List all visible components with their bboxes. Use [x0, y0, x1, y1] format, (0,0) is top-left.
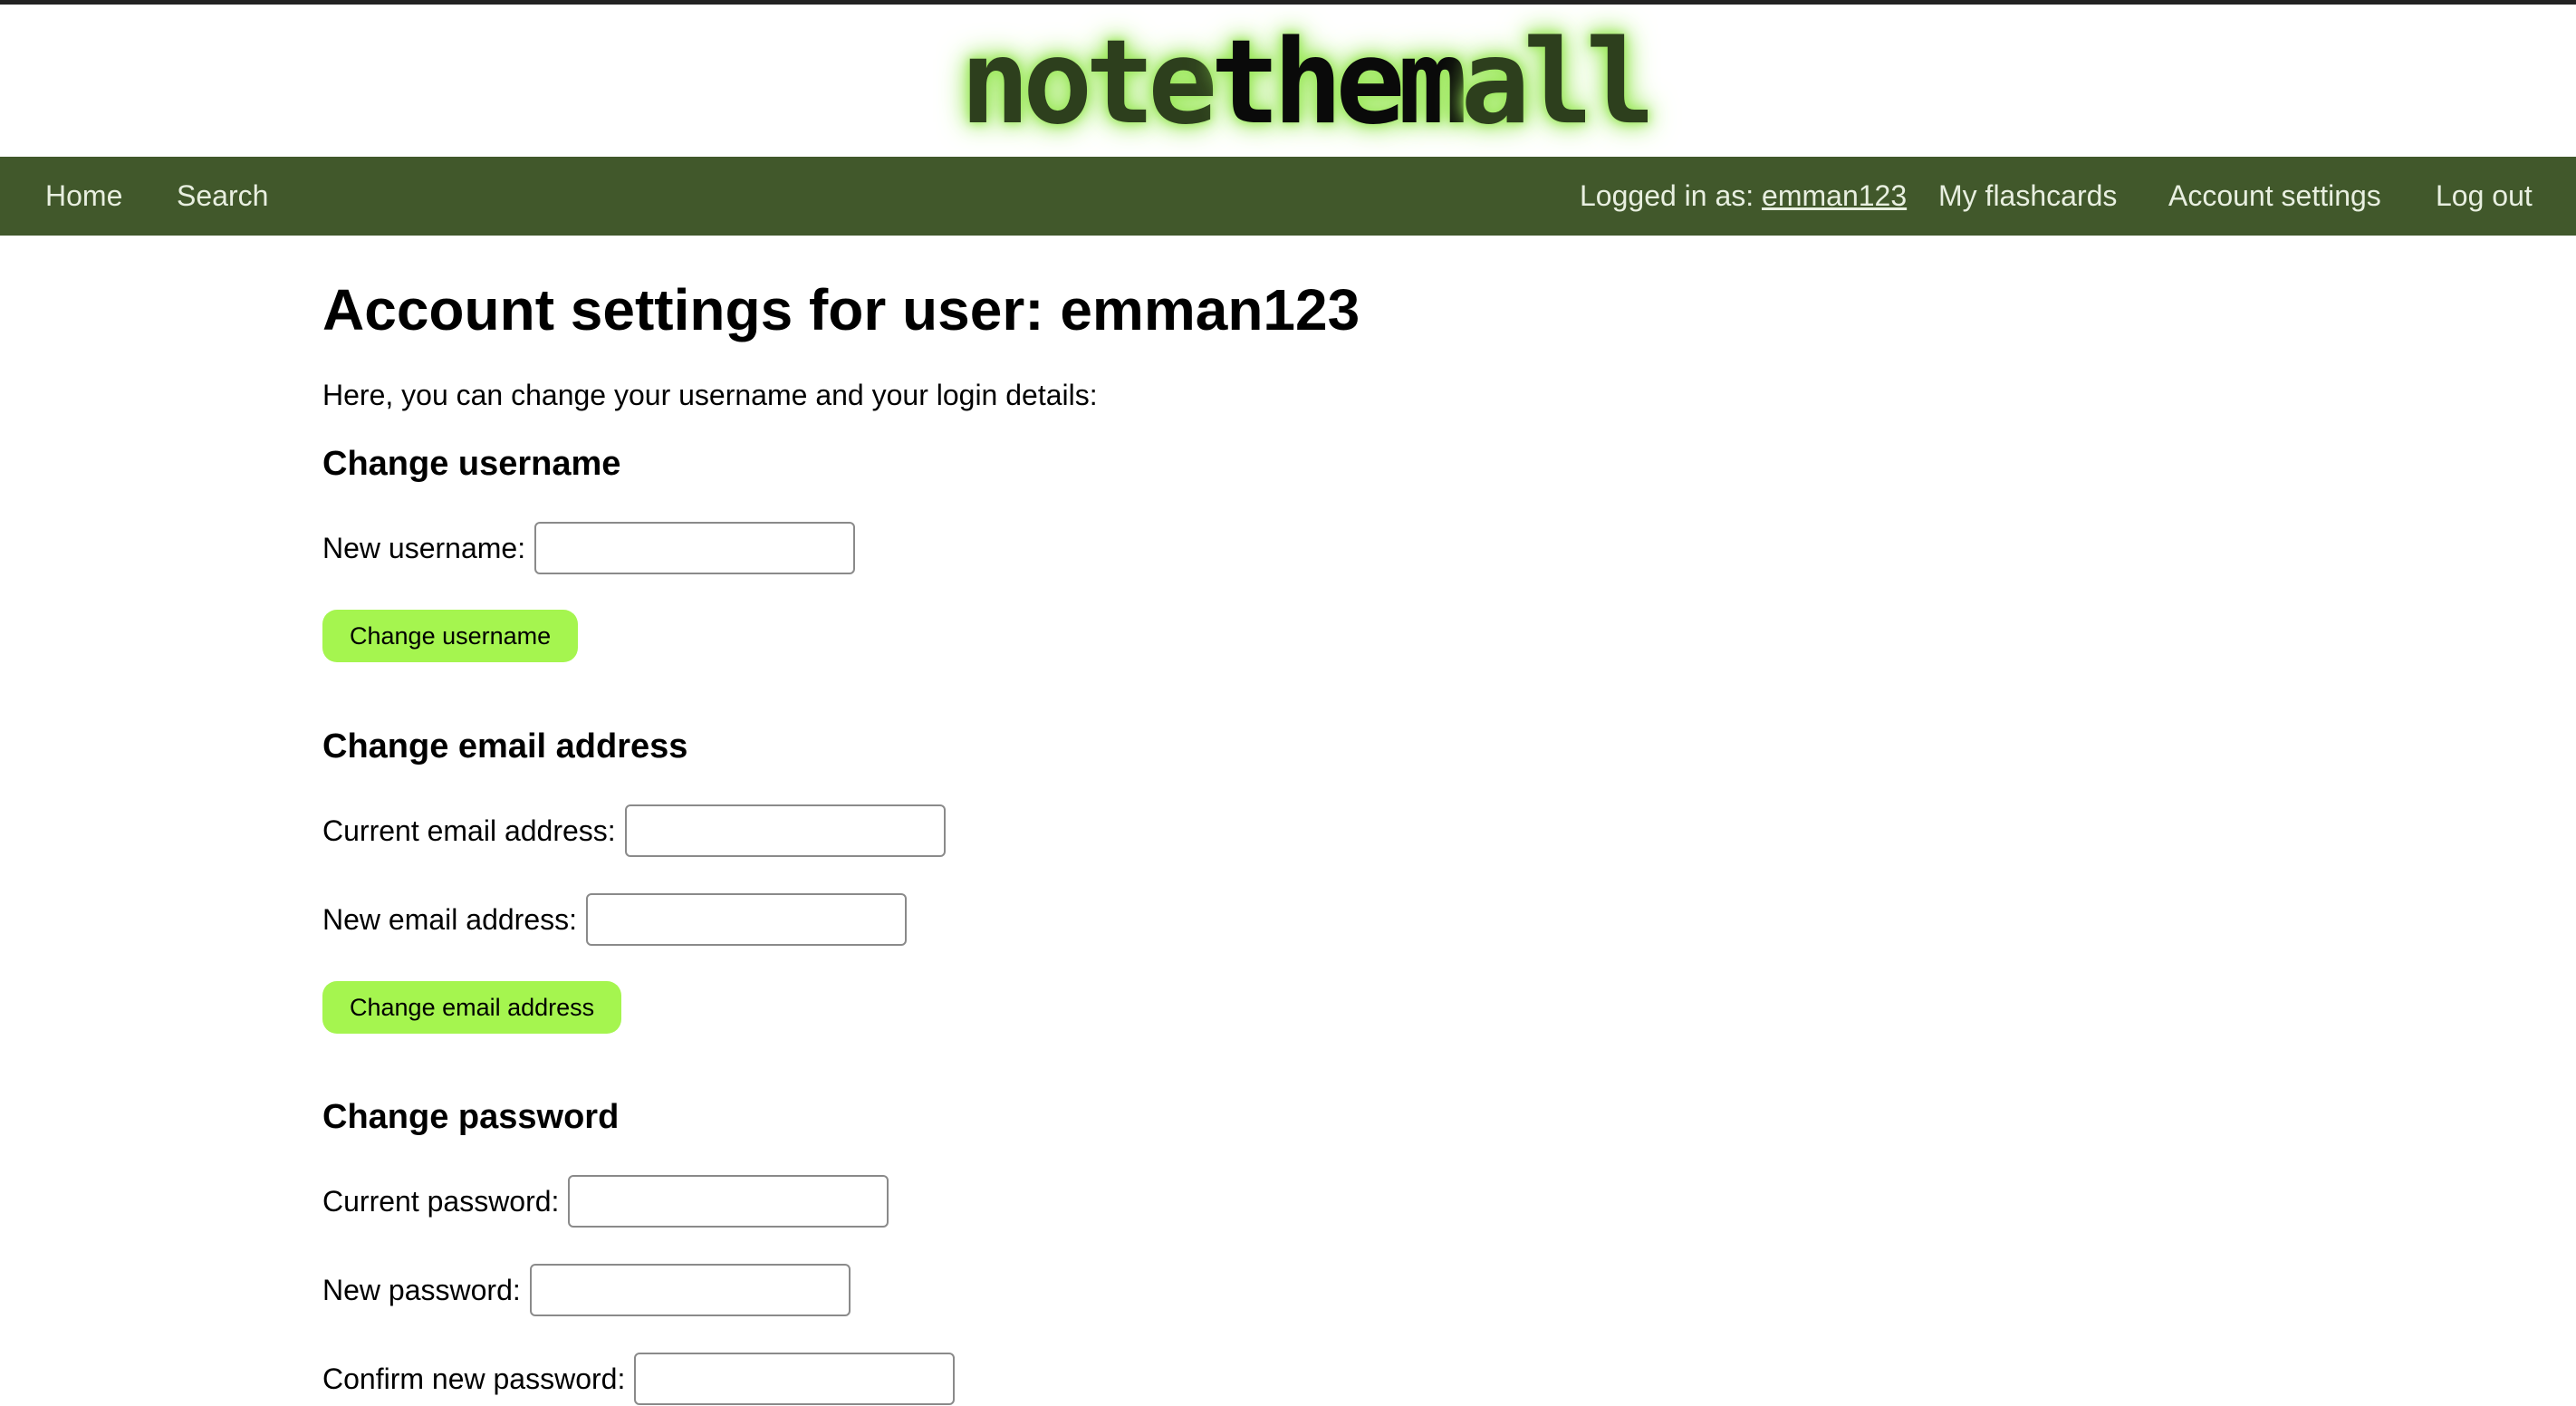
current-email-label: Current email address:	[322, 814, 616, 847]
new-email-label: New email address:	[322, 902, 577, 936]
change-password-heading: Change password	[322, 1098, 620, 1136]
nav-search-link[interactable]: Search	[177, 157, 268, 236]
logo-part-all: all	[1460, 15, 1656, 150]
new-username-row: New username:	[322, 521, 856, 575]
change-email-button[interactable]: Change email address	[322, 981, 622, 1034]
new-password-label: New password:	[322, 1273, 521, 1306]
logged-in-label: Logged in as:	[1580, 179, 1754, 212]
confirm-password-input[interactable]	[634, 1353, 956, 1405]
intro-text: Here, you can change your username and y…	[322, 379, 1098, 411]
nav-username-link[interactable]: emman123	[1762, 179, 1907, 212]
current-email-input[interactable]	[624, 804, 946, 857]
page-title: Account settings for user: emman123	[322, 277, 1360, 342]
nav-log-out-link[interactable]: Log out	[2436, 157, 2533, 236]
new-email-input[interactable]	[586, 893, 907, 946]
new-username-input[interactable]	[534, 522, 856, 574]
site-header: notethemall	[0, 5, 2576, 157]
new-password-input[interactable]	[529, 1264, 851, 1316]
confirm-password-row: Confirm new password:	[322, 1352, 956, 1406]
confirm-password-label: Confirm new password:	[322, 1362, 626, 1395]
change-username-button[interactable]: Change username	[322, 610, 579, 662]
nav-account-settings-link[interactable]: Account settings	[2168, 157, 2381, 236]
new-email-row: New email address:	[322, 892, 907, 947]
current-email-row: Current email address:	[322, 804, 946, 858]
current-password-row: Current password:	[322, 1174, 889, 1228]
change-email-heading: Change email address	[322, 727, 688, 766]
site-logo[interactable]: notethemall	[960, 24, 1656, 142]
nav-home-link[interactable]: Home	[45, 157, 122, 236]
navbar: Home Search Logged in as: emman123 My fl…	[0, 157, 2576, 236]
current-password-label: Current password:	[322, 1184, 560, 1218]
logo-part-them: them	[1210, 15, 1467, 150]
logged-in-status: Logged in as: emman123	[1580, 157, 1907, 236]
new-password-row: New password:	[322, 1263, 851, 1317]
logo-part-note: note	[960, 15, 1217, 150]
new-username-label: New username:	[322, 531, 526, 564]
change-username-heading: Change username	[322, 445, 621, 483]
current-password-input[interactable]	[568, 1175, 889, 1228]
nav-my-flashcards-link[interactable]: My flashcards	[1938, 157, 2117, 236]
